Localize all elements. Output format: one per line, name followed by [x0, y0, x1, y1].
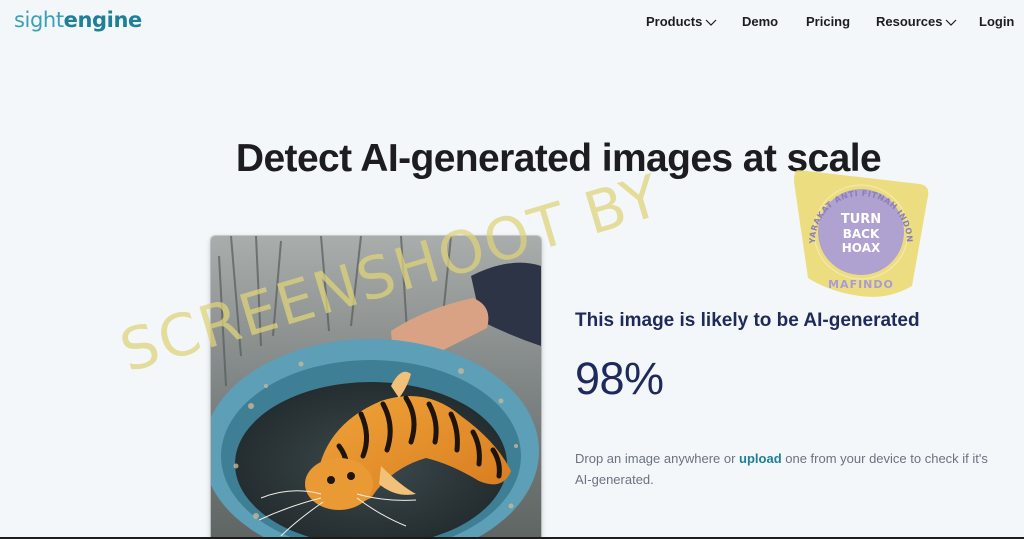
- result-score: 98%: [575, 353, 664, 404]
- badge-line2: BACK: [843, 227, 880, 241]
- nav-products-label: Products: [646, 14, 703, 29]
- desc-text-before: Drop an image anywhere or: [575, 451, 740, 466]
- nav-products[interactable]: Products: [646, 14, 717, 29]
- upload-link[interactable]: upload: [739, 451, 782, 466]
- nav-pricing[interactable]: Pricing: [806, 14, 850, 29]
- nav-resources-label: Resources: [876, 14, 943, 29]
- result-title: This image is likely to be AI-generated: [575, 310, 920, 331]
- logo-text-sight: sight: [14, 8, 64, 32]
- nav-login[interactable]: Login: [979, 14, 1014, 29]
- badge-bottom-text: MAFINDO: [828, 278, 894, 291]
- nav-resources[interactable]: Resources: [876, 14, 957, 29]
- site-header: sightengine Products Demo Pricing Resour…: [0, 0, 1024, 44]
- nav-demo[interactable]: Demo: [742, 14, 778, 29]
- badge-line1: TURN: [841, 212, 881, 227]
- analyzed-image: [211, 236, 541, 539]
- tiger-fish-bucket-photo: [211, 236, 541, 539]
- logo-text-engine: engine: [63, 8, 143, 32]
- chevron-down-icon: [946, 19, 957, 26]
- sightengine-logo[interactable]: sightengine: [14, 8, 142, 32]
- chevron-down-icon: [705, 19, 717, 26]
- badge-line3: HOAX: [842, 241, 881, 255]
- hero-title: Detect AI-generated images at scale: [235, 137, 882, 180]
- result-description: Drop an image anywhere or upload one fro…: [575, 448, 995, 490]
